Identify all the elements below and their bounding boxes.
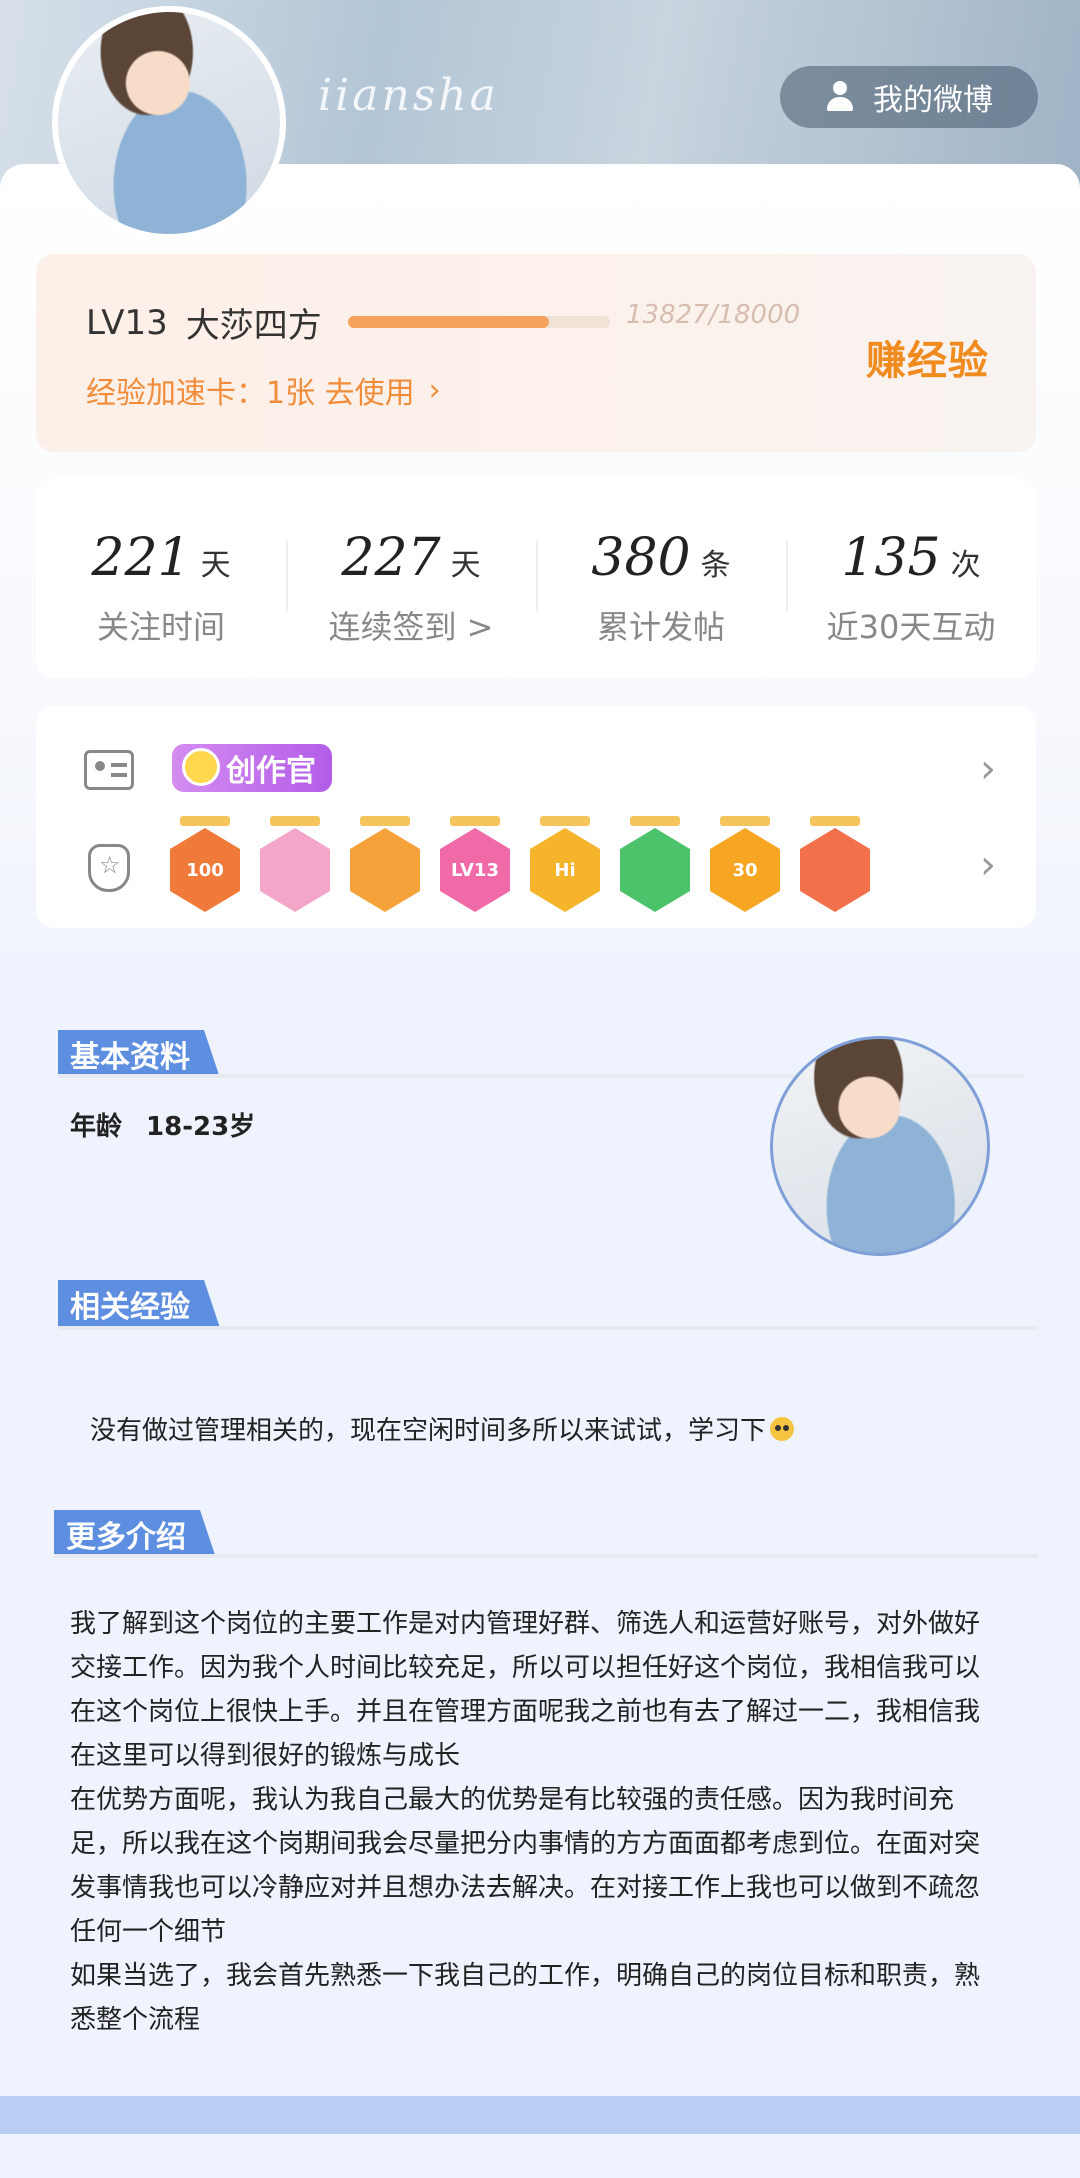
age-label: 年龄 (70, 1112, 123, 1142)
level-name: 大莎四方 (185, 306, 322, 346)
medal-ribbon (630, 816, 680, 826)
speed-card-text: 经验加速卡：1张 去使用 (86, 376, 415, 411)
stat-value: 227 (341, 528, 441, 588)
intro-paragraph: 我了解到这个岗位的主要工作是对内管理好群、筛选人和运营好账号，对外做好交接工作。… (70, 1609, 981, 1771)
chevron-right-icon: › (428, 372, 441, 408)
my-weibo-label: 我的微博 (873, 83, 993, 118)
creator-badge[interactable]: 创作官 (172, 744, 332, 792)
stat-label: 连续签到 > (328, 608, 494, 646)
chevron-right-icon[interactable]: › (980, 746, 996, 792)
section-divider (58, 1326, 1038, 1330)
intro-paragraph: 如果当选了，我会首先熟悉一下我自己的工作，明确自己的岗位目标和职责，熟悉整个流程 (70, 1961, 981, 2035)
age-value: 18-23岁 (146, 1112, 256, 1142)
medal-badge[interactable] (620, 816, 690, 912)
level-line: LV13 大莎四方 (86, 298, 322, 347)
medal-face (800, 828, 870, 912)
medal-badge[interactable]: 30 (710, 816, 780, 912)
medal-ribbon (720, 816, 770, 826)
medal-ribbon (360, 816, 410, 826)
profile-avatar[interactable] (52, 6, 286, 240)
medal-badge[interactable]: 100 (170, 816, 240, 912)
section-divider (54, 1554, 1038, 1558)
medal-badge[interactable]: Hi (530, 816, 600, 912)
stat-unit: 次 (950, 548, 981, 583)
experience-text-row: 没有做过管理相关的，现在空闲时间多所以来试试，学习下 (90, 1410, 795, 1447)
stat-value: 221 (91, 528, 191, 588)
pleading-face-icon (770, 1416, 795, 1441)
stat-unit: 天 (450, 548, 481, 583)
bottom-bar (0, 2096, 1080, 2134)
id-card-icon (84, 750, 134, 790)
medal-ribbon (810, 816, 860, 826)
stat-unit: 天 (200, 548, 231, 583)
stat-follow-time: 221 天 关注时间 (36, 528, 286, 648)
medal-badge[interactable] (800, 816, 870, 912)
level-progress-bar (348, 316, 610, 328)
chevron-right-icon[interactable]: › (980, 842, 996, 888)
medal-face: Hi (530, 828, 600, 912)
level-progress-fill (348, 316, 550, 328)
earn-exp-button[interactable]: 赚经验 (866, 328, 989, 386)
medal-ribbon (270, 816, 320, 826)
medal-face: 100 (170, 828, 240, 912)
medal-face (350, 828, 420, 912)
stat-checkin[interactable]: 227 天 连续签到 > (286, 528, 536, 648)
my-weibo-button[interactable]: 我的微博 (780, 66, 1038, 128)
medal-ribbon (450, 816, 500, 826)
age-row: 年龄 18-23岁 (70, 1106, 255, 1143)
stat-label: 近30天互动 (826, 608, 996, 646)
medal-icon (88, 844, 130, 892)
medal-ribbon (180, 816, 230, 826)
stat-value: 135 (841, 528, 941, 588)
medal-badge[interactable] (350, 816, 420, 912)
badge-card: 创作官 › 100 LV13 Hi 30 › (36, 706, 1036, 928)
medal-badge[interactable] (260, 816, 330, 912)
speed-card-link[interactable]: 经验加速卡：1张 去使用 › (86, 368, 441, 412)
level-value: LV13 (86, 302, 168, 343)
medal-badge[interactable]: LV13 (440, 816, 510, 912)
experience-text: 没有做过管理相关的，现在空闲时间多所以来试试，学习下 (90, 1416, 767, 1446)
stat-interactions: 135 次 近30天互动 (786, 528, 1036, 648)
medal-ribbon (540, 816, 590, 826)
user-icon (825, 81, 855, 113)
stats-card: 221 天 关注时间 227 天 连续签到 > 380 条 累计发帖 135 次 近30… (36, 478, 1036, 678)
profile-photo (770, 1036, 990, 1256)
medal-face (260, 828, 330, 912)
stat-label: 关注时间 (96, 608, 225, 646)
stat-label: 累计发帖 (596, 608, 725, 646)
intro-paragraph: 在优势方面呢，我认为我自己最大的优势是有比较强的责任感。因为我时间充足，所以我在… (70, 1785, 981, 1947)
creator-star-icon (182, 748, 220, 786)
section-experience-title: 相关经验 (58, 1280, 220, 1328)
section-more-intro-title: 更多介绍 (54, 1510, 216, 1558)
creator-badge-label: 创作官 (226, 754, 316, 789)
stat-unit: 条 (700, 548, 731, 583)
medal-face (620, 828, 690, 912)
stat-posts: 380 条 累计发帖 (536, 528, 786, 648)
medal-face: 30 (710, 828, 780, 912)
level-progress-text: 13827/18000 (626, 300, 801, 330)
stat-value: 380 (591, 528, 691, 588)
medal-list[interactable]: 100 LV13 Hi 30 (170, 816, 870, 912)
section-basic-info-title: 基本资料 (58, 1030, 220, 1078)
username: iiansha (318, 70, 499, 121)
intro-text: 我了解到这个岗位的主要工作是对内管理好群、筛选人和运营好账号，对外做好交接工作。… (70, 1602, 990, 2042)
medal-face: LV13 (440, 828, 510, 912)
level-card: LV13 大莎四方 13827/18000 经验加速卡：1张 去使用 › 赚经验 (36, 254, 1036, 452)
